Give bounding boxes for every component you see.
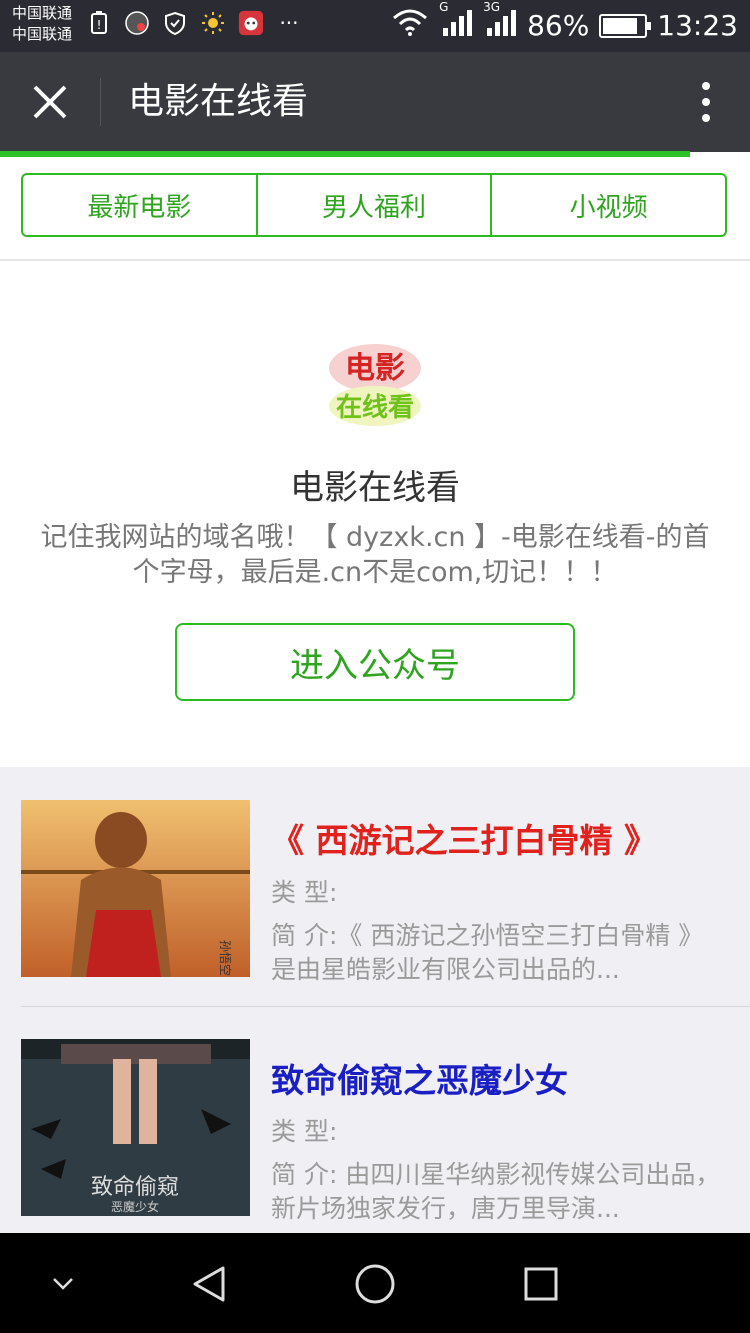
recents-square-icon (524, 1267, 558, 1301)
more-vertical-icon (702, 82, 710, 90)
signal-2-icon: 3G (483, 0, 517, 43)
divider (0, 259, 750, 261)
nav-collapse-button[interactable] (38, 1259, 88, 1309)
movie-description: 简 介: 由四川星华纳影视传媒公司出品，新片场独家发行，唐万里导演... (271, 1160, 721, 1223)
signal-2-label: 3G (483, 0, 500, 14)
signal-1-icon: G (439, 0, 473, 43)
battery-percent: 86% (527, 9, 590, 42)
nav-home-button[interactable] (350, 1259, 400, 1309)
movie-title[interactable]: 《 西游记之三打白骨精 》 (271, 814, 657, 862)
enter-official-account-button[interactable]: 进入公众号 (175, 623, 575, 701)
tab-short-videos[interactable]: 小视频 (490, 175, 725, 235)
nav-back-button[interactable] (184, 1259, 234, 1309)
svg-text:!: ! (97, 18, 102, 32)
tab-mens-welfare[interactable]: 男人福利 (255, 175, 491, 235)
movie-list: 孙悟空 《 西游记之三打白骨精 》 类 型: 简 介:《 西游记之孙悟空三打白骨… (0, 767, 750, 1233)
app-cow-icon (238, 10, 264, 36)
movie-description: 简 介:《 西游记之孙悟空三打白骨精 》是由星皓影业有限公司出品的... (271, 921, 704, 984)
movie-type: 类 型: (271, 878, 338, 907)
movie-poster[interactable]: 孙悟空 (21, 800, 250, 977)
system-nav-bar (0, 1233, 750, 1333)
account-description: 记住我网站的域名哦！【 dyzxk.cn 】-电影在线看-的首个字母，最后是.c… (40, 522, 710, 588)
nav-recents-button[interactable] (516, 1259, 566, 1309)
movie-poster[interactable]: 致命偷窥 恶魔少女 (21, 1039, 250, 1216)
movie-title[interactable]: 致命偷窥之恶魔少女 (271, 1054, 568, 1102)
page-title: 电影在线看 (128, 81, 309, 122)
carrier-1: 中国联通 (12, 4, 73, 22)
wifi-icon (391, 8, 429, 43)
carrier-info: 中国联通 中国联通 (12, 3, 72, 45)
account-name: 电影在线看 (290, 468, 460, 508)
movie-type: 类 型: (271, 1117, 338, 1146)
logo-line-2: 在线看 (336, 393, 414, 423)
clock: 13:23 (657, 9, 738, 42)
account-logo: 电影 在线看 (325, 340, 425, 428)
battery-icon (599, 13, 652, 38)
weather-sun-icon (200, 10, 226, 36)
tab-latest-movies[interactable]: 最新电影 (23, 175, 256, 235)
home-circle-icon (355, 1264, 395, 1304)
more-notifications-icon: ··· (279, 11, 299, 35)
title-divider (100, 78, 101, 126)
poster-subtitle-text: 恶魔少女 (111, 1199, 159, 1214)
list-item[interactable]: 孙悟空 《 西游记之三打白骨精 》 类 型: 简 介:《 西游记之孙悟空三打白骨… (0, 767, 750, 1007)
battery-warning-icon: ! (86, 10, 112, 36)
close-icon (33, 85, 67, 119)
page-load-progress (0, 151, 690, 157)
back-triangle-icon (193, 1266, 225, 1302)
close-button[interactable] (22, 74, 78, 130)
signal-1-label: G (439, 0, 449, 14)
carrier-2: 中国联通 (12, 25, 73, 43)
app-notification-icon (124, 10, 150, 36)
shield-icon (162, 10, 188, 36)
logo-line-1: 电影 (345, 351, 405, 386)
status-bar: 中国联通 中国联通 ! ··· G 3G 86% 13:23 (0, 0, 750, 52)
chevron-down-icon (53, 1278, 73, 1290)
more-menu-button[interactable] (696, 78, 716, 126)
list-item[interactable]: 致命偷窥 恶魔少女 致命偷窥之恶魔少女 类 型: 简 介: 由四川星华纳影视传媒… (0, 1006, 750, 1223)
title-bar: 电影在线看 (0, 52, 750, 152)
poster-caption: 孙悟空 (218, 940, 233, 976)
poster-title-text: 致命偷窥 (91, 1175, 179, 1200)
menu-tabs: 最新电影 男人福利 小视频 (21, 173, 727, 237)
